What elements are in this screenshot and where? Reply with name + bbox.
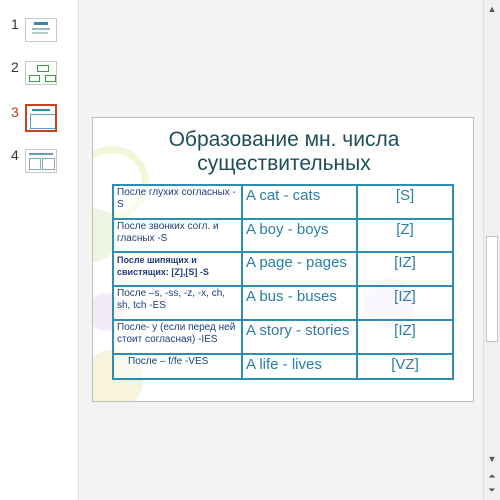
slide-title: Образование мн. числа существительных [93, 128, 473, 176]
sound-cell: [Z] [356, 217, 454, 254]
table-row: После звонких согл. и гласных -S A boy -… [112, 217, 454, 254]
slide-thumbnail-pane: 1 2 3 4 [0, 0, 79, 500]
slide-thumbnail-1[interactable] [25, 18, 57, 42]
example-cell: A life - lives [241, 352, 358, 381]
table-row: После –s, -ss, -z, -x, ch, sh, tch -ES A… [112, 285, 454, 321]
scrollbar-thumb[interactable] [486, 236, 498, 342]
table-row: После- y (если перед ней стоит согласная… [112, 318, 454, 355]
slide-canvas[interactable]: Образование мн. числа существительных По… [92, 117, 474, 402]
table-row: После – f/fe -VES A life - lives [VZ] [112, 352, 454, 381]
slide-title-line-1: Образование мн. числа [168, 128, 400, 151]
rule-cell: После- y (если перед ней стоит согласная… [112, 318, 243, 355]
slide-number-1: 1 [11, 16, 19, 32]
rule-cell: После шипящих и свистящих: [Z],[S] -S [112, 251, 243, 288]
table-row: После шипящих и свистящих: [Z],[S] -S A … [112, 251, 454, 288]
sound-cell: [IZ] [356, 251, 454, 288]
example-cell: A boy - boys [241, 217, 358, 254]
plural-rules-table: После глухих согласных -S A cat - cats [… [112, 184, 454, 381]
example-cell: A page - pages [241, 251, 358, 288]
rule-cell: После –s, -ss, -z, -x, ch, sh, tch -ES [112, 285, 243, 321]
previous-slide-icon[interactable]: ⏶ [486, 470, 498, 482]
sound-cell: [S] [356, 184, 454, 220]
table-row: После глухих согласных -S A cat - cats [… [112, 184, 454, 220]
vertical-scrollbar[interactable]: ▲ ▼ ⏶ ⏷ [483, 0, 500, 500]
slide-number-2: 2 [11, 59, 19, 75]
scroll-up-icon[interactable]: ▲ [486, 3, 498, 15]
slide-number-4: 4 [11, 147, 19, 163]
example-cell: A bus - buses [241, 285, 358, 321]
slide-thumbnail-4[interactable] [25, 149, 57, 173]
example-cell: A story - stories [241, 318, 358, 355]
rule-cell: После звонких согл. и гласных -S [112, 217, 243, 254]
sound-cell: [IZ] [356, 318, 454, 355]
example-cell: A cat - cats [241, 184, 358, 220]
sound-cell: [VZ] [356, 352, 454, 381]
slide-number-3: 3 [11, 104, 19, 120]
scroll-down-icon[interactable]: ▼ [486, 453, 498, 465]
rule-cell: После глухих согласных -S [112, 184, 243, 220]
next-slide-icon[interactable]: ⏷ [486, 484, 498, 496]
slide-thumbnail-2[interactable] [25, 61, 57, 85]
slide-thumbnail-3[interactable] [25, 104, 57, 132]
sound-cell: [IZ] [356, 285, 454, 321]
slide-title-line-2: существительных [197, 152, 371, 175]
rule-cell: После – f/fe -VES [112, 352, 243, 381]
